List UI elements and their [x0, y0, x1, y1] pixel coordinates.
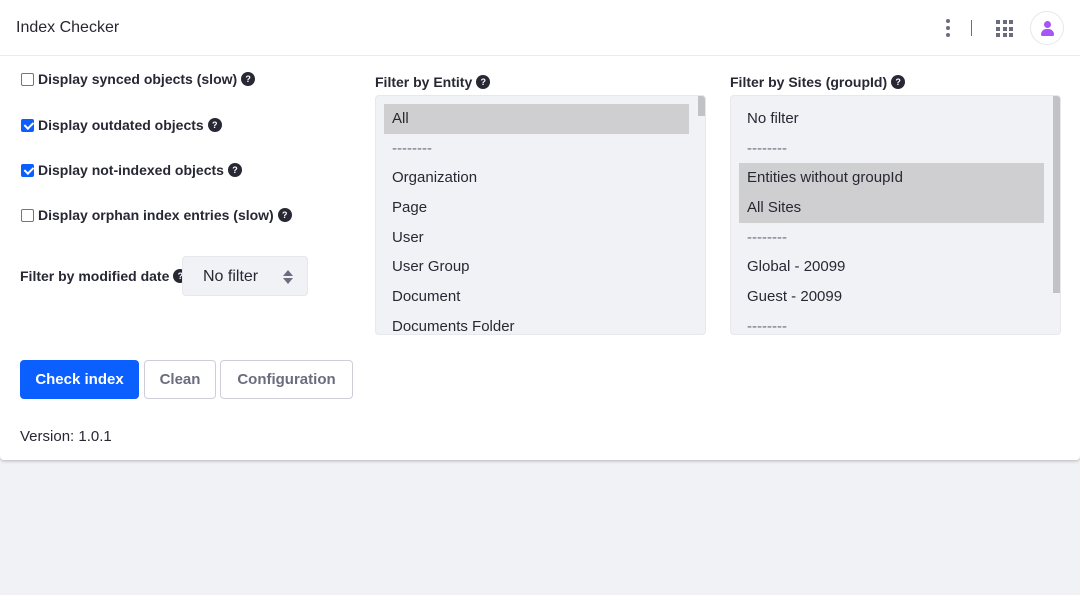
entity-option-page[interactable]: Page [392, 193, 427, 223]
index-checker-panel: Index Checker Display synced objects (sl… [0, 0, 1080, 460]
option-not-indexed-objects[interactable]: Display not-indexed objects ? [21, 160, 242, 180]
site-option-no-filter[interactable]: No filter [747, 104, 799, 134]
entity-filter-listbox[interactable]: All -------- Organization Page User User… [375, 95, 706, 335]
entity-option-organization[interactable]: Organization [392, 163, 477, 193]
entity-option-separator: -------- [392, 140, 432, 157]
help-icon[interactable]: ? [227, 163, 242, 177]
help-icon[interactable]: ? [476, 75, 491, 89]
entity-option-documents-folder[interactable]: Documents Folder [392, 312, 515, 334]
site-option-separator: -------- [747, 229, 787, 246]
select-caret-icon [282, 269, 294, 285]
sites-filter-title-row: Filter by Sites (groupId) ? [730, 72, 906, 92]
help-icon[interactable]: ? [241, 72, 256, 86]
toolbar-divider [971, 20, 972, 36]
top-bar: Index Checker [0, 0, 1080, 56]
not-indexed-objects-label: Display not-indexed objects [38, 162, 224, 178]
modified-date-filter-label: Filter by modified date [20, 268, 170, 284]
sites-listbox-scrollbar[interactable] [1053, 96, 1060, 293]
entity-listbox-scrollbar[interactable] [698, 96, 705, 116]
entity-option-user[interactable]: User [392, 223, 424, 253]
option-outdated-objects[interactable]: Display outdated objects ? [21, 115, 222, 135]
sites-filter-listbox[interactable]: No filter -------- Entities without grou… [730, 95, 1061, 335]
check-index-button[interactable]: Check index [20, 360, 139, 399]
site-option-entities-without-groupid[interactable]: Entities without groupId [739, 163, 1044, 193]
entity-filter-title-row: Filter by Entity ? [375, 72, 491, 92]
page-title: Index Checker [16, 19, 120, 36]
synced-objects-label: Display synced objects (slow) [38, 71, 238, 87]
more-options-icon[interactable] [938, 18, 958, 38]
option-synced-objects[interactable]: Display synced objects (slow) ? [21, 69, 256, 89]
configuration-button[interactable]: Configuration [220, 360, 353, 399]
synced-objects-checkbox[interactable] [21, 72, 34, 86]
option-orphan-index-entries[interactable]: Display orphan index entries (slow) ? [21, 205, 292, 225]
orphan-index-entries-label: Display orphan index entries (slow) [38, 207, 274, 223]
site-option-global[interactable]: Global - 20099 [747, 252, 845, 282]
clean-button[interactable]: Clean [144, 360, 216, 399]
entity-filter-title: Filter by Entity [375, 74, 473, 90]
entity-option-document[interactable]: Document [392, 282, 460, 312]
outdated-objects-checkbox[interactable] [21, 118, 34, 132]
entity-option-all[interactable]: All [384, 104, 689, 134]
modified-date-select[interactable]: No filter [182, 256, 308, 296]
site-option-guest[interactable]: Guest - 20099 [747, 282, 842, 312]
modified-date-select-value: No filter [203, 268, 259, 285]
sites-filter-title: Filter by Sites (groupId) [730, 74, 888, 90]
applications-menu-icon[interactable] [996, 20, 1013, 37]
orphan-index-entries-checkbox[interactable] [21, 208, 34, 222]
user-icon [1044, 21, 1051, 28]
help-icon[interactable]: ? [891, 75, 906, 89]
site-option-all-sites[interactable]: All Sites [739, 193, 1044, 223]
help-icon[interactable]: ? [277, 208, 292, 222]
site-option-separator: -------- [747, 318, 787, 335]
version-label: Version: 1.0.1 [20, 428, 112, 445]
site-option-separator: -------- [747, 140, 787, 157]
help-icon[interactable]: ? [207, 118, 222, 132]
entity-option-user-group[interactable]: User Group [392, 252, 470, 282]
user-avatar[interactable] [1030, 11, 1064, 45]
not-indexed-objects-checkbox[interactable] [21, 163, 34, 177]
outdated-objects-label: Display outdated objects [38, 117, 204, 133]
modified-date-filter-label-row: Filter by modified date ? [20, 256, 188, 296]
